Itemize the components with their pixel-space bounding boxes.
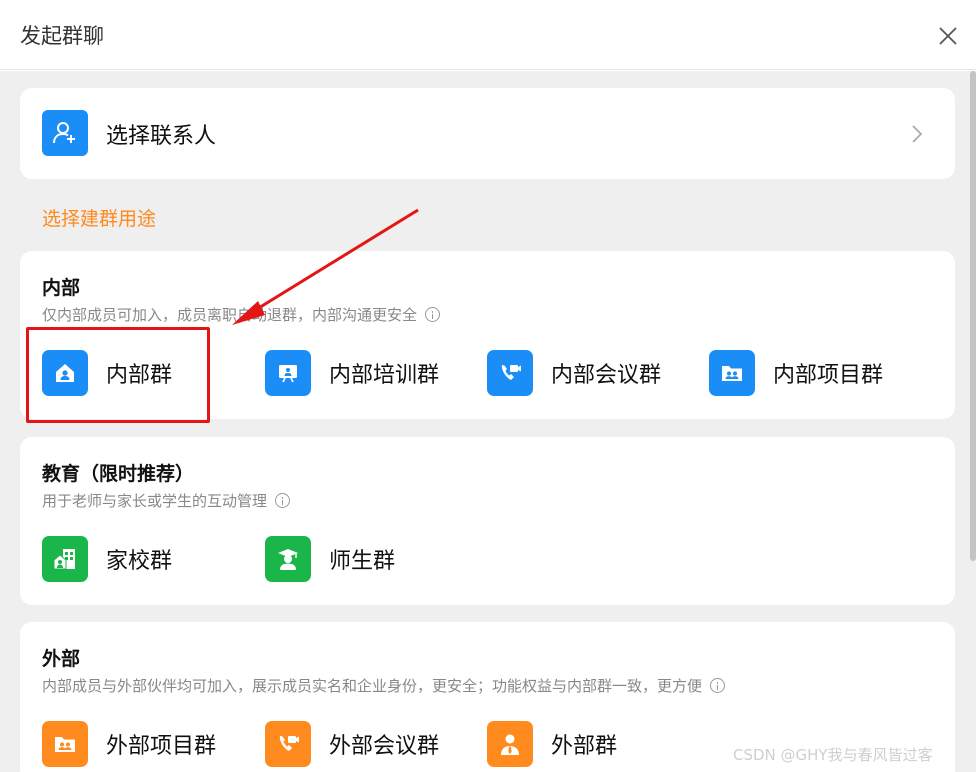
training-board-icon xyxy=(265,350,311,396)
dialog-header: 发起群聊 xyxy=(0,0,976,70)
business-person-icon xyxy=(487,721,533,767)
project-folder-icon xyxy=(709,350,755,396)
select-contact-row[interactable]: 选择联系人 xyxy=(20,88,955,179)
option-label: 师生群 xyxy=(329,549,396,574)
external-project-group-option[interactable]: 外部项目群 xyxy=(42,721,216,767)
section-description: 仅内部成员可加入，成员离职自动退群，内部沟通更安全 xyxy=(42,304,441,325)
scrollbar[interactable] xyxy=(970,71,976,561)
teacher-student-group-option[interactable]: 师生群 xyxy=(265,536,395,582)
option-label: 内部会议群 xyxy=(551,363,662,388)
section-description-text: 用于老师与家长或学生的互动管理 xyxy=(42,492,268,510)
chevron-right-icon xyxy=(912,125,923,143)
section-heading: 外部 xyxy=(42,648,81,670)
info-icon[interactable] xyxy=(425,307,441,322)
section-description: 内部成员与外部伙伴均可加入，展示成员实名和企业身份，更安全；功能权益与内部群一致… xyxy=(42,675,726,696)
education-section: 教育（限时推荐） 用于老师与家长或学生的互动管理 家校群 师生群 xyxy=(20,437,955,605)
option-label: 家校群 xyxy=(106,549,173,574)
info-icon[interactable] xyxy=(275,493,291,508)
section-description-text: 仅内部成员可加入，成员离职自动退群，内部沟通更安全 xyxy=(42,306,418,324)
option-label: 内部项目群 xyxy=(773,363,884,388)
video-meeting-icon xyxy=(265,721,311,767)
section-heading: 内部 xyxy=(42,277,81,299)
video-meeting-icon xyxy=(487,350,533,396)
graduate-icon xyxy=(265,536,311,582)
internal-project-group-option[interactable]: 内部项目群 xyxy=(709,350,883,396)
option-label: 外部项目群 xyxy=(106,734,217,759)
internal-meeting-group-option[interactable]: 内部会议群 xyxy=(487,350,661,396)
add-contact-icon xyxy=(42,110,88,156)
option-label: 内部培训群 xyxy=(329,363,440,388)
option-label: 外部群 xyxy=(551,734,618,759)
info-icon[interactable] xyxy=(710,678,726,693)
select-contact-label: 选择联系人 xyxy=(106,124,217,149)
school-building-icon xyxy=(42,536,88,582)
dialog-title: 发起群聊 xyxy=(20,24,104,48)
section-description-text: 内部成员与外部伙伴均可加入，展示成员实名和企业身份，更安全；功能权益与内部群一致… xyxy=(42,677,703,695)
project-folder-icon xyxy=(42,721,88,767)
external-group-option[interactable]: 外部群 xyxy=(487,721,617,767)
section-heading: 教育（限时推荐） xyxy=(42,463,195,485)
purpose-section-title: 选择建群用途 xyxy=(42,208,157,230)
annotation-highlight-box xyxy=(26,327,210,423)
external-meeting-group-option[interactable]: 外部会议群 xyxy=(265,721,439,767)
section-description: 用于老师与家长或学生的互动管理 xyxy=(42,490,291,511)
home-school-group-option[interactable]: 家校群 xyxy=(42,536,172,582)
internal-training-group-option[interactable]: 内部培训群 xyxy=(265,350,439,396)
close-icon[interactable] xyxy=(936,24,960,48)
option-label: 外部会议群 xyxy=(329,734,440,759)
watermark: CSDN @GHY我与春风皆过客 xyxy=(733,746,933,764)
